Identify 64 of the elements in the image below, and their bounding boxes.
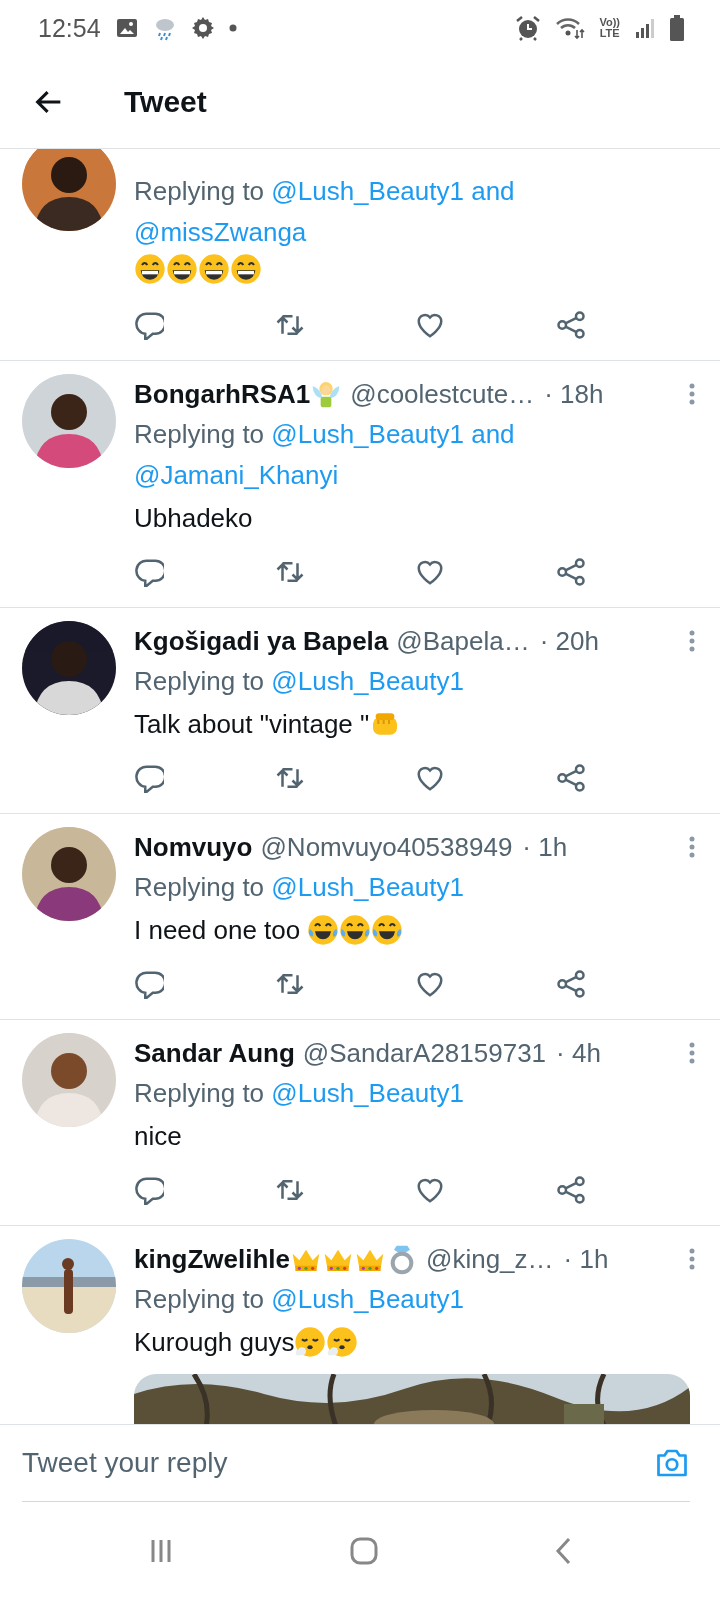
sleepy-face-icon	[294, 1326, 327, 1358]
grinning-face-icon	[230, 253, 262, 285]
status-time: 12:54	[38, 13, 101, 43]
settings-icon	[190, 16, 215, 40]
user-handle[interactable]: @Nomvuyo40538949	[260, 831, 513, 863]
tweet-time: · 20h	[539, 625, 599, 657]
user-name[interactable]: Nomvuyo	[134, 831, 253, 863]
reply-label: Replying to	[134, 1284, 266, 1314]
laughing-tears-face-icon	[371, 914, 404, 946]
reply-label: Replying to	[134, 176, 266, 206]
grinning-face-icon	[134, 253, 166, 285]
more-icon[interactable]	[688, 1041, 696, 1065]
alarm-icon	[515, 15, 542, 41]
more-icon[interactable]	[688, 1247, 696, 1271]
tweet-time: · 18h	[544, 378, 604, 410]
grinning-face-icon	[198, 253, 230, 285]
page-title: Tweet	[124, 85, 207, 119]
tweet-time: · 1h	[563, 1243, 609, 1275]
sleepy-face-icon	[326, 1326, 359, 1358]
reply-field[interactable]: Tweet your reply	[22, 1447, 654, 1479]
share-icon[interactable]	[555, 969, 586, 999]
share-icon[interactable]	[555, 763, 586, 793]
reply-icon[interactable]	[134, 557, 164, 587]
back-icon[interactable]	[553, 1536, 573, 1566]
more-icon[interactable]	[688, 382, 696, 406]
user-name[interactable]: BongarhRSA1	[134, 378, 311, 410]
image-icon	[114, 16, 139, 40]
reply-label: Replying to	[134, 1078, 266, 1108]
reply-icon[interactable]	[134, 763, 164, 793]
share-icon[interactable]	[555, 310, 586, 340]
reply-label: Replying to	[134, 666, 266, 696]
network-label: LTE	[599, 28, 620, 39]
reply-label: Replying to	[134, 419, 266, 449]
user-handle[interactable]: @Bapela…	[396, 625, 530, 657]
reply-label: Replying to	[134, 872, 266, 902]
tweet-time: · 1h	[522, 831, 568, 863]
tweet-text: nice	[134, 1120, 182, 1153]
tweet-text: Talk about "vintage "	[134, 708, 370, 741]
tweet-text: Kurough guys	[134, 1326, 295, 1359]
network-label: Vo))	[599, 17, 620, 28]
user-name[interactable]: Sandar Aung	[134, 1037, 295, 1069]
tweet-text: I need one too	[134, 914, 302, 947]
share-icon[interactable]	[555, 557, 586, 587]
reply-icon[interactable]	[134, 310, 164, 340]
grinning-face-icon	[166, 253, 198, 285]
user-name[interactable]: Kgošigadi ya Bapela	[134, 625, 389, 657]
more-icon[interactable]	[688, 835, 696, 859]
reply-icon[interactable]	[134, 1175, 164, 1205]
laughing-tears-face-icon	[307, 914, 340, 946]
wifi-icon	[555, 16, 586, 40]
dot-icon	[228, 24, 237, 32]
more-icon[interactable]	[688, 629, 696, 653]
signal-icon	[634, 17, 656, 39]
user-handle[interactable]: @coolestcute…	[350, 378, 535, 410]
user-handle[interactable]: @SandarA28159731	[302, 1037, 547, 1069]
home-icon[interactable]	[349, 1536, 379, 1566]
tweet-time: · 4h	[556, 1037, 601, 1069]
reply-icon[interactable]	[134, 969, 164, 999]
user-handle[interactable]: @king_z…	[426, 1243, 554, 1275]
share-icon[interactable]	[555, 1175, 586, 1205]
laughing-tears-face-icon	[339, 914, 372, 946]
tweet-text: Ubhadeko	[134, 502, 253, 535]
user-name[interactable]: kingZwelihle	[134, 1243, 291, 1275]
battery-icon	[670, 15, 684, 41]
